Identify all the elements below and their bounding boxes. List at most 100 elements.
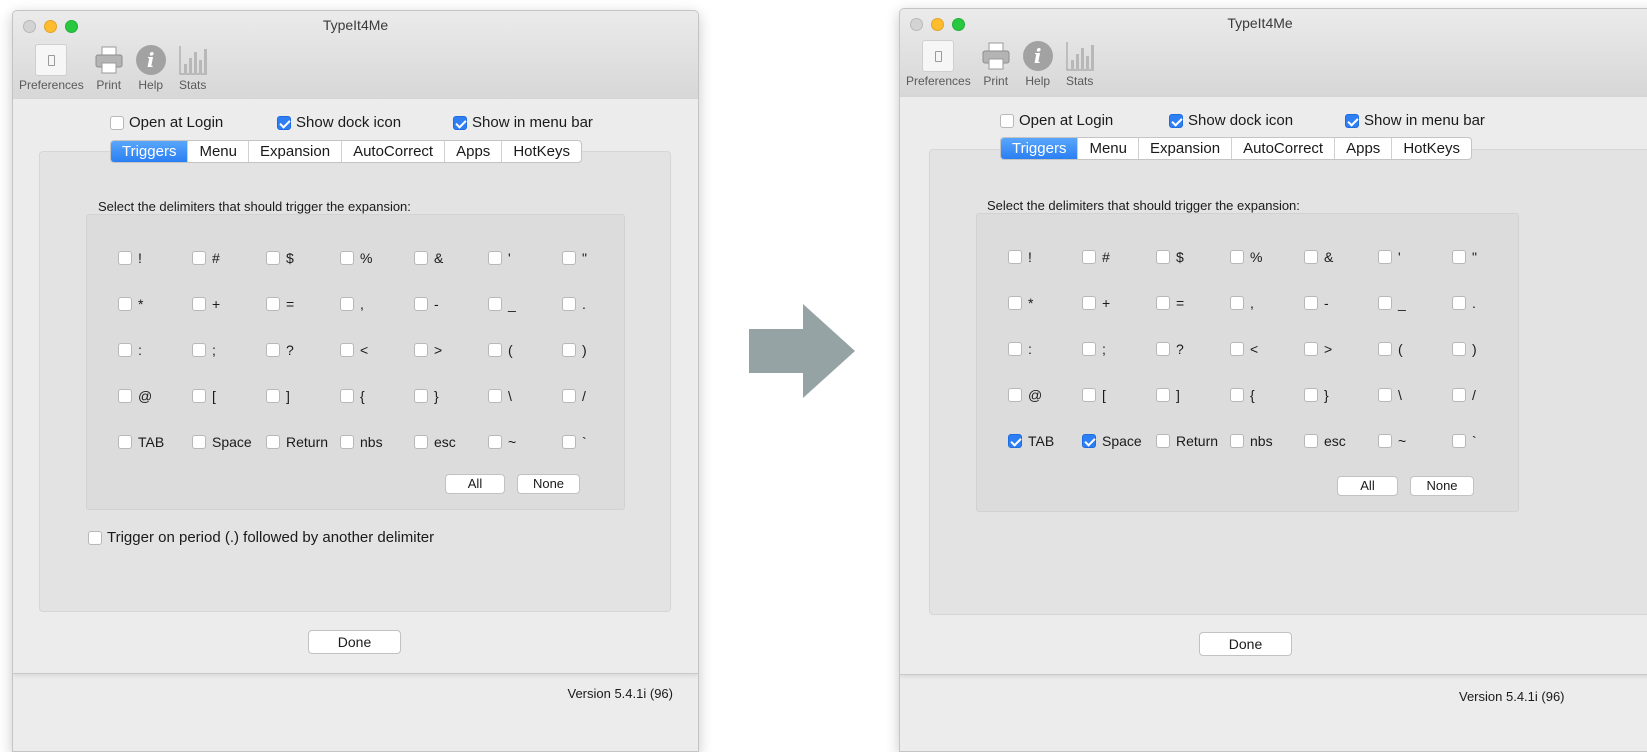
delimiter-option[interactable]: ] <box>1156 386 1230 404</box>
delimiter-option[interactable]: esc <box>414 433 488 451</box>
checkbox[interactable] <box>192 343 206 357</box>
delimiter-option[interactable]: , <box>340 295 414 313</box>
checkbox[interactable] <box>1082 250 1096 264</box>
checkbox[interactable] <box>1008 342 1022 356</box>
delimiter-option[interactable]: = <box>266 295 340 313</box>
checkbox[interactable] <box>1378 342 1392 356</box>
delimiter-option[interactable]: \ <box>1378 386 1452 404</box>
delimiter-option[interactable]: % <box>1230 248 1304 266</box>
tab-autocorrect[interactable]: AutoCorrect <box>342 141 446 162</box>
delimiter-option[interactable]: } <box>1304 386 1378 404</box>
tab-hotkeys[interactable]: HotKeys <box>502 141 581 162</box>
checkbox[interactable] <box>414 389 428 403</box>
toolbar-help[interactable]: i Help <box>1018 39 1058 88</box>
delimiter-option[interactable]: [ <box>192 387 266 405</box>
checkbox[interactable] <box>1156 342 1170 356</box>
delimiter-option[interactable]: " <box>1452 248 1526 266</box>
all-button[interactable]: All <box>445 474 505 494</box>
delimiter-option[interactable]: * <box>118 295 192 313</box>
delimiter-option[interactable]: TAB <box>118 433 192 451</box>
tab-apps[interactable]: Apps <box>445 141 503 162</box>
checkbox[interactable] <box>1082 296 1096 310</box>
toolbar-preferences[interactable]: Preferences <box>16 43 87 92</box>
checkbox[interactable] <box>192 435 206 449</box>
toolbar-print[interactable]: Print <box>89 43 129 92</box>
checkbox[interactable] <box>1230 296 1244 310</box>
delimiter-option[interactable]: @ <box>1008 386 1082 404</box>
delimiter-option[interactable]: / <box>562 387 636 405</box>
delimiter-option[interactable]: , <box>1230 294 1304 312</box>
delimiter-option[interactable]: " <box>562 249 636 267</box>
checkbox[interactable] <box>277 115 291 130</box>
tab-hotkeys[interactable]: HotKeys <box>1392 138 1471 159</box>
checkbox[interactable] <box>1082 434 1096 448</box>
delimiter-option[interactable]: ` <box>1452 432 1526 450</box>
tab-expansion[interactable]: Expansion <box>1139 138 1233 159</box>
toolbar-stats[interactable]: Stats <box>1060 39 1100 88</box>
delimiter-option[interactable]: < <box>340 341 414 359</box>
show-dock-icon-checkbox[interactable]: Show dock icon <box>277 114 401 131</box>
delimiter-option[interactable]: # <box>192 249 266 267</box>
delimiter-option[interactable]: Space <box>192 433 266 451</box>
checkbox[interactable] <box>118 297 132 311</box>
delimiter-option[interactable]: % <box>340 249 414 267</box>
checkbox[interactable] <box>1452 296 1466 310</box>
checkbox[interactable] <box>340 251 354 265</box>
delimiter-option[interactable]: _ <box>1378 294 1452 312</box>
checkbox[interactable] <box>1378 388 1392 402</box>
checkbox[interactable] <box>1156 296 1170 310</box>
toolbar-print[interactable]: Print <box>976 39 1016 88</box>
tab-autocorrect[interactable]: AutoCorrect <box>1232 138 1336 159</box>
checkbox[interactable] <box>1008 296 1022 310</box>
checkbox[interactable] <box>1378 434 1392 448</box>
checkbox[interactable] <box>266 251 280 265</box>
checkbox[interactable] <box>118 435 132 449</box>
checkbox[interactable] <box>192 297 206 311</box>
toolbar-preferences[interactable]: Preferences <box>903 39 974 88</box>
checkbox[interactable] <box>1156 250 1170 264</box>
done-button[interactable]: Done <box>1199 632 1292 656</box>
checkbox[interactable] <box>110 115 124 130</box>
delimiter-option[interactable]: $ <box>1156 248 1230 266</box>
all-button[interactable]: All <box>1337 476 1398 496</box>
checkbox[interactable] <box>488 251 502 265</box>
delimiter-option[interactable]: \ <box>488 387 562 405</box>
tab-triggers[interactable]: Triggers <box>1001 138 1079 159</box>
delimiter-option[interactable]: ( <box>1378 340 1452 358</box>
checkbox[interactable] <box>414 343 428 357</box>
checkbox[interactable] <box>266 389 280 403</box>
checkbox[interactable] <box>488 343 502 357</box>
checkbox[interactable] <box>1345 113 1359 128</box>
delimiter-option[interactable]: { <box>1230 386 1304 404</box>
checkbox[interactable] <box>1008 388 1022 402</box>
delimiter-option[interactable]: ) <box>562 341 636 359</box>
delimiter-option[interactable]: : <box>1008 340 1082 358</box>
tab-menu[interactable]: Menu <box>188 141 249 162</box>
period-trigger-checkbox[interactable]: Trigger on period (.) followed by anothe… <box>88 529 434 546</box>
delimiter-option[interactable]: [ <box>1082 386 1156 404</box>
delimiter-option[interactable]: ~ <box>1378 432 1452 450</box>
checkbox[interactable] <box>562 435 576 449</box>
delimiter-option[interactable]: = <box>1156 294 1230 312</box>
delimiter-option[interactable]: ` <box>562 433 636 451</box>
delimiter-option[interactable]: ~ <box>488 433 562 451</box>
delimiter-option[interactable]: & <box>1304 248 1378 266</box>
checkbox[interactable] <box>1304 434 1318 448</box>
delimiter-option[interactable]: Return <box>1156 432 1230 450</box>
delimiter-option[interactable]: ? <box>1156 340 1230 358</box>
delimiter-option[interactable]: @ <box>118 387 192 405</box>
checkbox[interactable] <box>1008 250 1022 264</box>
checkbox[interactable] <box>340 343 354 357</box>
checkbox[interactable] <box>1378 250 1392 264</box>
delimiter-option[interactable]: nbs <box>340 433 414 451</box>
checkbox[interactable] <box>1304 342 1318 356</box>
open-at-login-checkbox[interactable]: Open at Login <box>1000 112 1113 129</box>
delimiter-option[interactable]: { <box>340 387 414 405</box>
checkbox[interactable] <box>414 297 428 311</box>
tab-expansion[interactable]: Expansion <box>249 141 343 162</box>
checkbox[interactable] <box>1230 342 1244 356</box>
checkbox[interactable] <box>340 389 354 403</box>
delimiter-option[interactable]: > <box>414 341 488 359</box>
delimiter-option[interactable]: Return <box>266 433 340 451</box>
delimiter-option[interactable]: + <box>192 295 266 313</box>
